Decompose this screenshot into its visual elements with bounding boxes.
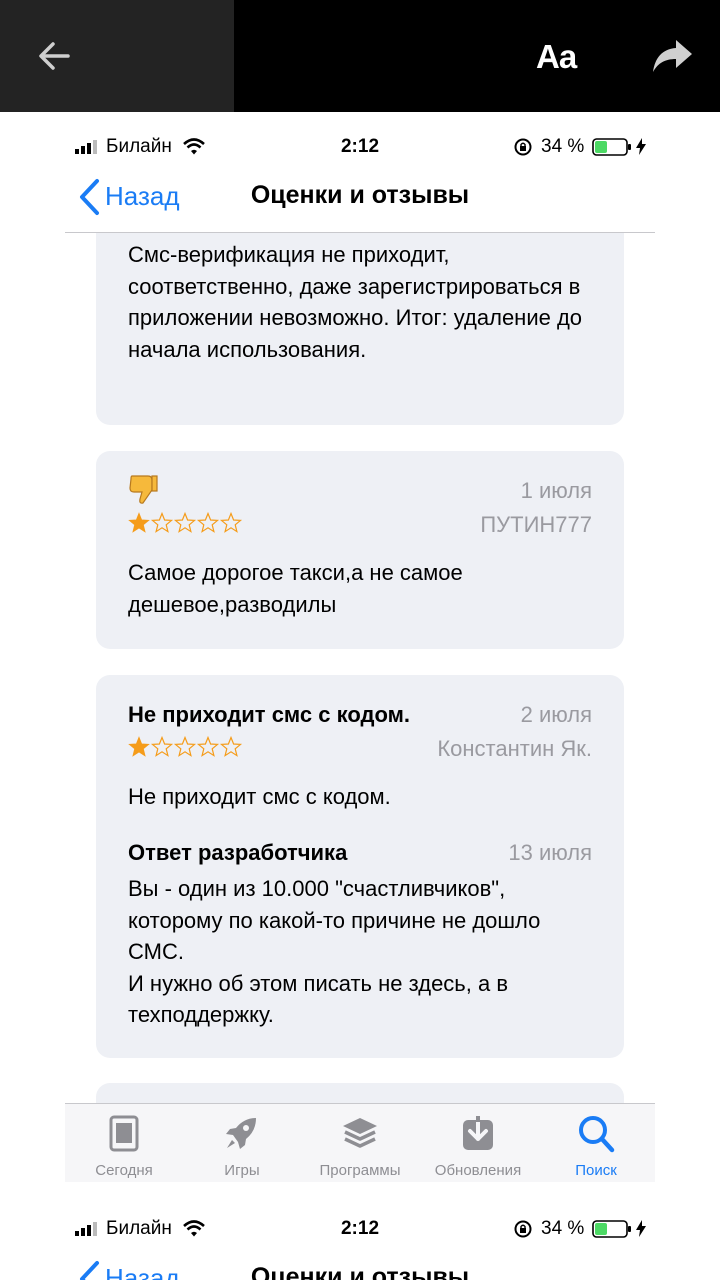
apps-stack-icon	[343, 1118, 377, 1148]
updates-download-icon	[463, 1114, 493, 1150]
tab-search[interactable]: Поиск	[537, 1104, 655, 1182]
battery-icon	[592, 138, 631, 156]
page-title: Оценки и отзывы	[250, 1263, 470, 1280]
today-icon	[109, 1115, 139, 1152]
review-body: Самое дорогое такси,а не самое дешевое,р…	[128, 560, 463, 617]
response-line: Вы - один из 10.000 "счастливчиков",	[128, 876, 506, 901]
tab-label: Сегодня	[95, 1162, 153, 1179]
review-body: Смс-верификация не приходит, соответстве…	[128, 242, 583, 362]
rotation-lock-icon	[514, 138, 532, 156]
arrow-left-icon[interactable]	[34, 36, 74, 76]
rotation-lock-icon	[514, 1220, 532, 1238]
review-title: Не приходит смс с кодом.	[128, 702, 410, 727]
review-body: Не приходит смс с кодом.	[128, 784, 391, 809]
status-bar: Билайн 2:12 34 %	[65, 1212, 655, 1246]
developer-response-text: Вы - один из 10.000 "счастливчиков", кот…	[128, 873, 628, 1031]
font-size-button[interactable]: Aa	[536, 38, 577, 76]
battery-percent: 34 %	[541, 136, 585, 157]
tab-label: Игры	[224, 1162, 260, 1179]
reviews-list: Смс-верификация не приходит, соответстве…	[65, 233, 655, 1103]
tab-bar: Сегодня Игры Программы Обновления Поиск	[65, 1103, 655, 1182]
review-card[interactable]	[96, 1083, 624, 1103]
thumbs-down-icon	[129, 475, 158, 504]
tab-label: Обновления	[434, 1162, 522, 1179]
phone-screen-second: Билайн 2:12 34 % Назад Оценки и отзывы	[65, 1212, 655, 1280]
navigation-bar: Назад Оценки и отзывы	[65, 164, 655, 233]
tab-today[interactable]: Сегодня	[65, 1104, 183, 1182]
review-date: 1 июля	[520, 478, 592, 503]
review-card[interactable]: 1 июля ПУТИН777 Самое дорогое такси,а не…	[96, 451, 624, 649]
tab-label: Поиск	[575, 1162, 617, 1179]
review-card[interactable]: Смс-верификация не приходит, соответстве…	[96, 233, 624, 425]
developer-response-date: 13 июля	[508, 840, 592, 865]
tab-apps[interactable]: Программы	[301, 1104, 419, 1182]
charging-icon	[636, 138, 646, 155]
developer-response-label: Ответ разработчика	[128, 840, 348, 865]
review-date: 2 июля	[520, 702, 592, 727]
navigation-bar: Назад Оценки и отзывы	[65, 1246, 655, 1280]
response-line: которому по какой-то причине не дошло	[128, 907, 541, 933]
share-arrow-icon[interactable]	[650, 36, 694, 76]
status-bar: Билайн 2:12 34 %	[65, 130, 655, 164]
response-line: СМС.	[128, 939, 184, 964]
review-card[interactable]: Не приходит смс с кодом. 2 июля Констант…	[96, 675, 624, 1058]
page-title: Оценки и отзывы	[250, 181, 470, 209]
response-line: И нужно об этом писать не здесь, а в	[128, 970, 509, 996]
viewer-toolbar: Aa	[0, 0, 720, 112]
search-icon	[579, 1116, 615, 1153]
tab-label: Программы	[319, 1162, 401, 1179]
rating-stars	[128, 736, 243, 757]
charging-icon	[636, 1220, 646, 1237]
phone-screen: Билайн 2:12 34 % Назад Оценки и отзывы С…	[65, 130, 655, 1182]
tab-games[interactable]: Игры	[183, 1104, 301, 1182]
tab-updates[interactable]: Обновления	[419, 1104, 537, 1182]
review-author: ПУТИН777	[480, 512, 592, 537]
battery-icon	[592, 1220, 631, 1238]
viewer-back-area[interactable]	[0, 0, 234, 112]
star-filled-icon	[128, 512, 150, 533]
star-filled-icon	[128, 736, 150, 757]
review-author: Константин Як.	[437, 736, 592, 761]
response-line: техподдержку.	[128, 1002, 274, 1027]
rocket-icon	[226, 1118, 256, 1149]
rating-stars	[128, 512, 243, 533]
battery-percent: 34 %	[541, 1218, 585, 1239]
